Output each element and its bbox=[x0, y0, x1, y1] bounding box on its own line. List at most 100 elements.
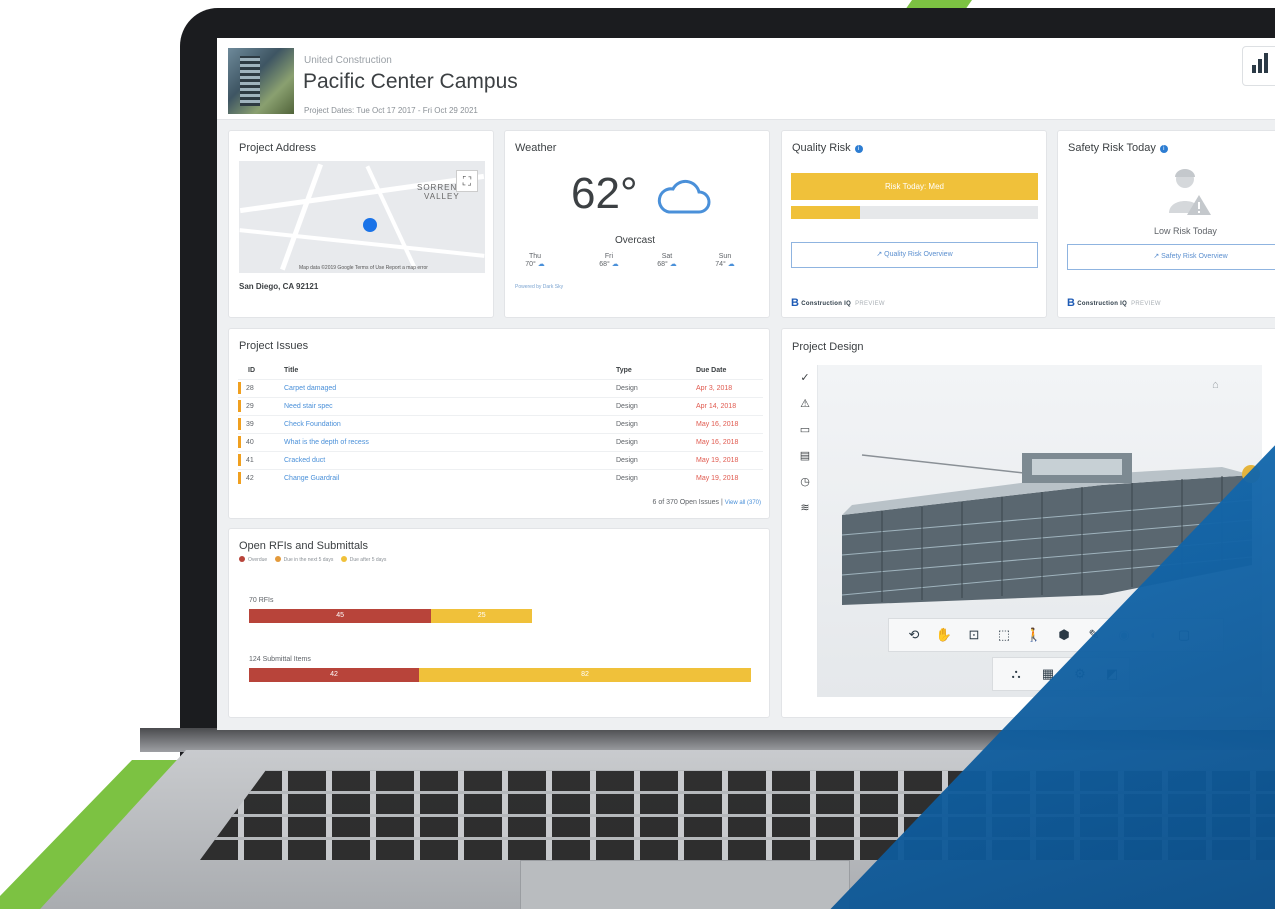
weather-card: Weather 62° Overcast Thu 70° ☁ Fri 68° ☁ Sat… bbox=[504, 130, 770, 318]
bar-segment[interactable]: 45 bbox=[249, 609, 432, 623]
issue-title-link[interactable]: Need stair spec bbox=[284, 396, 616, 415]
sheet-icon[interactable]: ▤ bbox=[792, 443, 818, 469]
view-all-link[interactable]: View all (370) bbox=[725, 500, 761, 506]
table-row[interactable]: 28 Carpet damaged Design Apr 3, 2018 bbox=[238, 378, 763, 397]
issue-title-link[interactable]: Change Guardrail bbox=[284, 468, 616, 487]
card-title: Weather bbox=[515, 142, 557, 154]
safety-risk-overview-button[interactable]: ↗ Safety Risk Overview bbox=[1067, 244, 1275, 270]
legend-swatch bbox=[239, 556, 245, 562]
forecast-day: Sat 68° ☁ bbox=[657, 253, 677, 268]
cloud-icon: ☁ bbox=[611, 261, 619, 268]
safety-risk-card: Safety Risk Today i Low Risk Today ↗ Safe… bbox=[1057, 130, 1275, 318]
forecast-day: Sun 74° ☁ bbox=[715, 253, 735, 268]
project-map[interactable]: SORRENTO VALLEY ⛶ Map data ©2019 Google … bbox=[239, 161, 485, 273]
trend-icon: ↗ bbox=[876, 251, 883, 258]
current-temperature: 62° bbox=[571, 169, 638, 218]
risk-today-banner: Risk Today: Med bbox=[791, 173, 1038, 200]
table-row[interactable]: 39 Check Foundation Design May 16, 2018 bbox=[238, 414, 763, 433]
table-row[interactable]: 41 Cracked duct Design May 19, 2018 bbox=[238, 450, 763, 469]
submittal-stacked-bar[interactable]: 42 82 bbox=[249, 668, 751, 682]
priority-flag bbox=[238, 454, 241, 466]
worker-warning-icon bbox=[1169, 169, 1211, 215]
cloud-icon: ☁ bbox=[727, 261, 735, 268]
issue-title-link[interactable]: Check Foundation bbox=[284, 414, 616, 433]
construction-iq-logo: B bbox=[791, 297, 800, 309]
priority-flag bbox=[238, 400, 241, 412]
warning-icon[interactable]: ⚠ bbox=[792, 391, 818, 417]
table-row[interactable]: 29 Need stair spec Design Apr 14, 2018 bbox=[238, 396, 763, 415]
priority-flag bbox=[238, 472, 241, 485]
submittal-bar-label: 124 Submittal Items bbox=[249, 656, 311, 663]
card-title: Project Issues bbox=[239, 340, 309, 352]
legend-swatch bbox=[274, 556, 281, 562]
project-header: United Construction Pacific Center Campu… bbox=[217, 38, 1275, 120]
issue-title-link[interactable]: Cracked duct bbox=[284, 450, 616, 469]
weather-condition: Overcast bbox=[615, 235, 656, 246]
forecast-day: Fri 68° ☁ bbox=[599, 253, 619, 268]
project-dates: Project Dates: Tue Oct 17 2017 - Fri Oct… bbox=[304, 106, 478, 115]
cloud-icon bbox=[657, 179, 711, 214]
bar-segment[interactable]: 42 bbox=[249, 668, 420, 682]
safety-risk-label: Low Risk Today bbox=[1154, 226, 1217, 236]
rfi-icon[interactable]: ▭ bbox=[792, 417, 818, 443]
chart-legend: Overdue Due in the next 5 days Due after… bbox=[239, 556, 386, 563]
issue-title-link[interactable]: What is the depth of recess bbox=[284, 432, 616, 451]
quality-risk-overview-button[interactable]: ↗ Quality Risk Overview bbox=[791, 242, 1038, 268]
cloud-icon: ☁ bbox=[537, 261, 545, 268]
construction-iq-logo: B bbox=[1067, 297, 1076, 309]
model-browser-icon[interactable]: ⛬ bbox=[1005, 663, 1027, 685]
quality-risk-card: Quality Risk i Risk Today: Med ↗ Quality … bbox=[781, 130, 1047, 318]
table-row[interactable]: 42 Change Guardrail Design May 19, 2018 bbox=[238, 468, 763, 487]
pan-icon[interactable]: ✋ bbox=[933, 624, 955, 646]
bar-segment[interactable]: 25 bbox=[431, 609, 533, 623]
fit-to-view-icon[interactable]: ⊡ bbox=[963, 624, 985, 646]
card-title: Open RFIs and Submittals bbox=[239, 540, 369, 552]
orbit-icon[interactable]: ⟲ bbox=[903, 624, 925, 646]
issues-table: ID Title Type Due Date 28 Carpet damaged D… bbox=[238, 363, 763, 487]
priority-flag bbox=[238, 382, 241, 394]
rfi-stacked-bar[interactable]: 45 25 bbox=[249, 609, 533, 623]
card-title: Safety Risk Today i bbox=[1068, 142, 1168, 154]
issues-count: 6 of 370 Open Issues | View all (370) bbox=[652, 499, 761, 506]
company-name: United Construction bbox=[304, 55, 392, 66]
card-title: Project Address bbox=[239, 142, 317, 154]
address-text: San Diego, CA 92121 bbox=[239, 282, 319, 291]
column-header: Title bbox=[284, 367, 299, 375]
info-icon: i bbox=[854, 145, 863, 153]
cube-icon[interactable]: ⬢ bbox=[1053, 624, 1075, 646]
forecast-day: Thu 70° ☁ bbox=[525, 253, 545, 268]
marketing-image: United Construction Pacific Center Campu… bbox=[0, 0, 1275, 909]
construction-iq-brand: B Construction IQ PREVIEW bbox=[1067, 297, 1161, 309]
company-logo bbox=[1242, 46, 1275, 86]
project-address-card: Project Address SORRENTO VALLEY ⛶ Map da… bbox=[228, 130, 494, 318]
column-header: Type bbox=[616, 367, 632, 375]
fullscreen-icon[interactable]: ⛶ bbox=[456, 170, 478, 192]
rfi-bar-label: 70 RFIs bbox=[249, 597, 274, 604]
risk-level-fill bbox=[791, 206, 861, 219]
rfis-submittals-card: Open RFIs and Submittals Overdue Due in … bbox=[228, 528, 770, 718]
map-credit: Map data ©2019 Google Terms of Use Repor… bbox=[299, 265, 428, 271]
home-icon[interactable]: ⌂ bbox=[1212, 379, 1219, 391]
clock-icon[interactable]: ◷ bbox=[792, 469, 818, 495]
check-icon[interactable]: ✓ bbox=[792, 365, 818, 391]
risk-level-bar bbox=[791, 206, 1038, 219]
info-icon: i bbox=[1159, 145, 1168, 153]
issue-title-link[interactable]: Carpet damaged bbox=[284, 378, 616, 397]
powered-by-link[interactable]: Powered by Dark Sky bbox=[515, 284, 563, 290]
card-title: Project Design bbox=[792, 341, 864, 353]
location-pin-icon bbox=[363, 218, 377, 232]
bar-segment[interactable]: 82 bbox=[419, 668, 751, 682]
layers-icon[interactable]: ≋ bbox=[792, 495, 818, 521]
viewer-side-toolbar: ✓ ⚠ ▭ ▤ ◷ ≋ bbox=[792, 365, 818, 697]
table-row[interactable]: 40 What is the depth of recess Design May 1… bbox=[238, 432, 763, 451]
laptop-trackpad bbox=[520, 860, 850, 909]
construction-iq-brand: B Construction IQ PREVIEW bbox=[791, 297, 885, 309]
priority-flag bbox=[238, 418, 241, 430]
card-title: Quality Risk i bbox=[792, 142, 863, 154]
zoom-window-icon[interactable]: ⬚ bbox=[993, 624, 1015, 646]
priority-flag bbox=[238, 436, 241, 448]
column-header: Due Date bbox=[696, 367, 727, 375]
page-title: Pacific Center Campus bbox=[303, 70, 518, 93]
cloud-icon: ☁ bbox=[669, 261, 677, 268]
first-person-icon[interactable]: 🚶 bbox=[1023, 624, 1045, 646]
